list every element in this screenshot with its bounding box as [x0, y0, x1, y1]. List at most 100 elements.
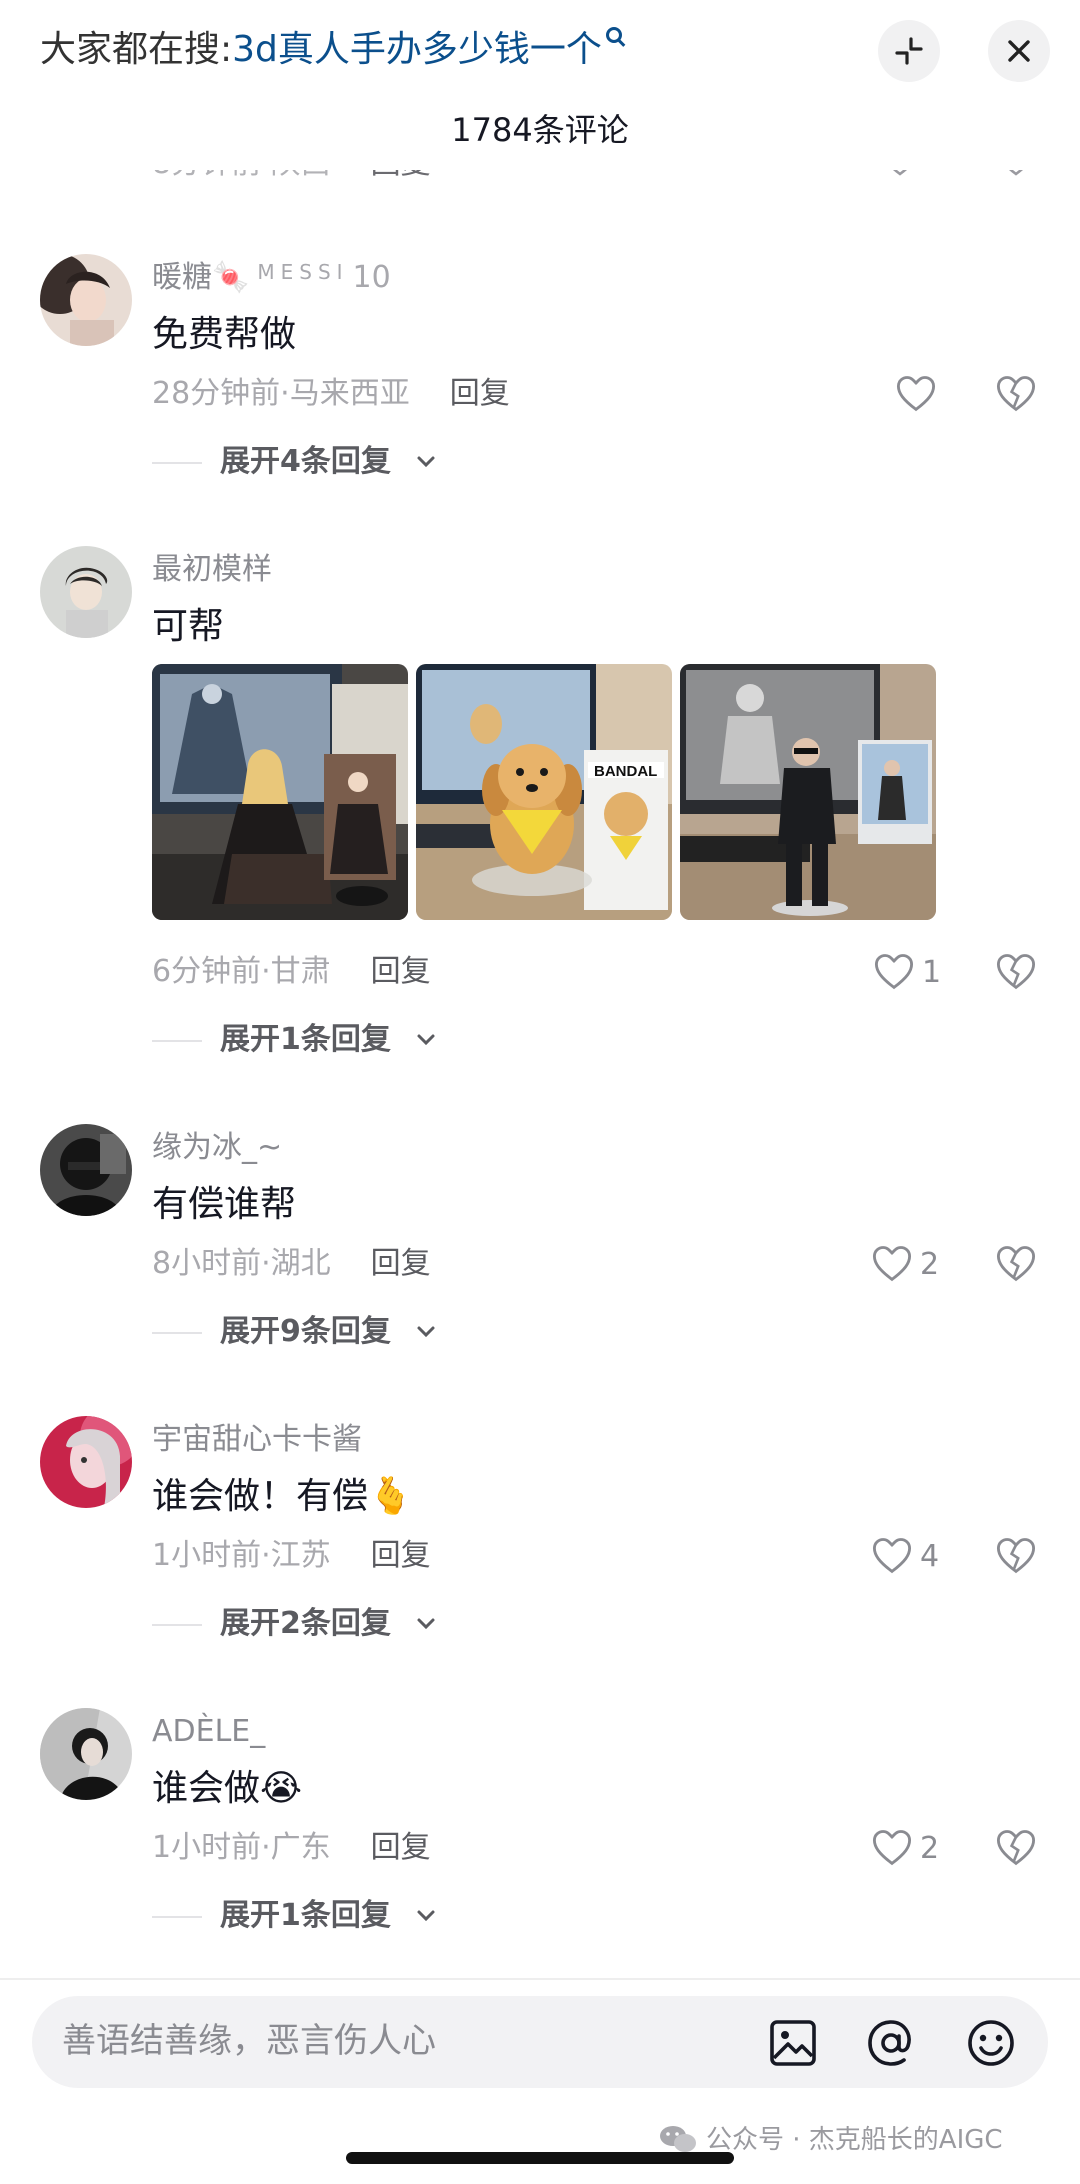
username-extra: MESSI — [257, 260, 349, 284]
like-icon[interactable] — [880, 170, 920, 180]
comment-image[interactable] — [152, 664, 408, 920]
like-button[interactable]: 1 — [872, 950, 941, 994]
chevron-down-icon — [417, 1618, 435, 1630]
avatar[interactable] — [40, 546, 132, 638]
chevron-down-icon — [417, 456, 435, 468]
finger-heart-emoji: 🫰 — [368, 1476, 413, 1517]
chevron-down-icon — [417, 1910, 435, 1922]
comment-text: 可帮 — [152, 606, 225, 647]
comment-meta: 28分钟前·马来西亚 回复 — [152, 374, 510, 414]
comment-item: 宇宙甜心卡卡酱 谁会做！有偿🫰 1小时前·江苏 回复 4 展开2条回复 — [0, 1416, 1080, 1656]
heart-icon — [872, 1830, 912, 1866]
comment-item: 缘为冰_~ 有偿谁帮 8小时前·湖北 回复 2 展开9条回复 — [0, 1124, 1080, 1364]
at-icon[interactable] — [862, 2014, 920, 2072]
reply-button[interactable]: 回复 — [371, 954, 431, 989]
home-indicator[interactable] — [346, 2152, 734, 2164]
reply-button[interactable]: 回复 — [450, 376, 510, 411]
like-button[interactable] — [894, 372, 944, 416]
cutoff-meta: 8分钟前·陕西 — [152, 170, 331, 181]
heart-icon — [874, 954, 914, 990]
comments-header: 大家都在搜:3d真人手办多少钱一个 1784条评论 — [0, 0, 1080, 160]
comment-text: 免费帮做 — [152, 314, 297, 355]
chevron-down-icon — [417, 1034, 435, 1046]
collapse-icon — [895, 37, 923, 65]
cutoff-like-count: 1 — [928, 170, 947, 177]
like-count: 2 — [920, 1830, 940, 1866]
close-icon — [1008, 40, 1030, 62]
comment-image[interactable]: BANDAL — [416, 664, 672, 920]
expand-divider — [152, 1040, 202, 1042]
reply-button[interactable]: 回复 — [371, 1830, 431, 1865]
comment-item: ADÈLE_ 谁会做😭 1小时前·广东 回复 2 展开1条回复 — [0, 1708, 1080, 1948]
expand-divider — [152, 1916, 202, 1918]
comment-text: 有偿谁帮 — [152, 1184, 297, 1225]
expand-divider — [152, 1624, 202, 1626]
like-button[interactable]: 2 — [870, 1242, 939, 1286]
comment-time-location: 28分钟前·马来西亚 — [152, 376, 410, 411]
input-divider — [0, 1978, 1080, 1980]
comment-username[interactable]: 缘为冰_~ — [152, 1128, 282, 1168]
expand-replies-label: 展开9条回复 — [220, 1314, 391, 1349]
dislike-icon[interactable] — [994, 1534, 1038, 1578]
expand-replies-label: 展开1条回复 — [220, 1898, 391, 1933]
comment-time-location: 1小时前·江苏 — [152, 1538, 331, 1573]
collapse-button[interactable] — [878, 20, 940, 82]
dislike-icon[interactable] — [994, 1242, 1038, 1286]
reply-button[interactable]: 回复 — [371, 1538, 431, 1573]
search-icon — [605, 27, 622, 43]
expand-replies-label: 展开2条回复 — [220, 1606, 391, 1641]
comment-meta: 8小时前·湖北 回复 — [152, 1244, 431, 1284]
close-button[interactable] — [988, 20, 1050, 82]
avatar[interactable] — [40, 254, 132, 346]
crying-emoji: 😭 — [260, 1768, 303, 1809]
dislike-icon[interactable] — [996, 170, 1036, 180]
username-number: 10 — [352, 260, 391, 295]
like-count: 4 — [920, 1538, 940, 1574]
comment-username[interactable]: 暖糖🍬 MESSI 10 — [152, 258, 391, 300]
expand-divider — [152, 462, 202, 464]
avatar[interactable] — [40, 1124, 132, 1216]
expand-replies-label: 展开1条回复 — [220, 1022, 391, 1057]
comment-meta: 1小时前·广东 回复 — [152, 1828, 431, 1868]
chevron-down-icon — [417, 1326, 435, 1338]
candy-emoji: 🍬 — [212, 260, 250, 295]
watermark-text: 公众号 · 杰克船长的AIGC — [706, 2125, 1003, 2155]
comment-time-location: 8小时前·湖北 — [152, 1246, 331, 1281]
like-button[interactable]: 2 — [870, 1826, 939, 1870]
comment-count: 1784条评论 — [451, 111, 629, 149]
comment-time-location: 1小时前·广东 — [152, 1830, 331, 1865]
dislike-icon[interactable] — [994, 372, 1038, 416]
comment-item: 最初模样 可帮 BANDAL 6分钟前·甘肃 回复 1 展开1条回复 — [0, 546, 1080, 1076]
cutoff-reply[interactable]: 回复 — [371, 170, 431, 181]
comment-meta: 1小时前·江苏 回复 — [152, 1536, 431, 1576]
search-suggestion-prefix: 大家都在搜: — [40, 29, 233, 70]
comment-image[interactable] — [680, 664, 936, 920]
avatar[interactable] — [40, 1708, 132, 1800]
search-suggestion-query[interactable]: 3d真人手办多少钱一个 — [232, 29, 602, 70]
expand-replies-label: 展开4条回复 — [220, 444, 391, 479]
comment-username[interactable]: 最初模样 — [152, 550, 272, 590]
heart-icon — [872, 1246, 912, 1282]
search-suggestion[interactable]: 大家都在搜:3d真人手办多少钱一个 — [40, 26, 622, 74]
bandal-label: BANDAL — [594, 763, 657, 780]
like-button[interactable]: 4 — [870, 1534, 939, 1578]
like-count: 1 — [922, 954, 942, 990]
comment-username[interactable]: ADÈLE_ — [152, 1712, 265, 1752]
comment-meta: 6分钟前·甘肃 回复 — [152, 952, 431, 992]
emoji-icon[interactable] — [962, 2014, 1020, 2072]
heart-icon — [872, 1538, 912, 1574]
comment-text: 谁会做😭 — [152, 1768, 303, 1809]
dislike-icon[interactable] — [994, 1826, 1038, 1870]
comment-username[interactable]: 宇宙甜心卡卡酱 — [152, 1420, 362, 1460]
previous-comment-cutoff: 8分钟前·陕西 回复 1 — [0, 170, 1080, 198]
avatar[interactable] — [40, 1416, 132, 1508]
comment-input-bar[interactable]: 善语结善缘，恶言伤人心 — [32, 1996, 1048, 2088]
image-icon[interactable] — [764, 2014, 822, 2072]
like-count: 2 — [920, 1246, 940, 1282]
heart-icon — [896, 376, 936, 412]
comment-item: 暖糖🍬 MESSI 10 免费帮做 28分钟前·马来西亚 回复 展开4条回复 — [0, 254, 1080, 494]
comment-text: 谁会做！有偿🫰 — [152, 1476, 413, 1517]
comment-input-placeholder[interactable]: 善语结善缘，恶言伤人心 — [62, 2016, 436, 2066]
reply-button[interactable]: 回复 — [371, 1246, 431, 1281]
dislike-icon[interactable] — [994, 950, 1038, 994]
